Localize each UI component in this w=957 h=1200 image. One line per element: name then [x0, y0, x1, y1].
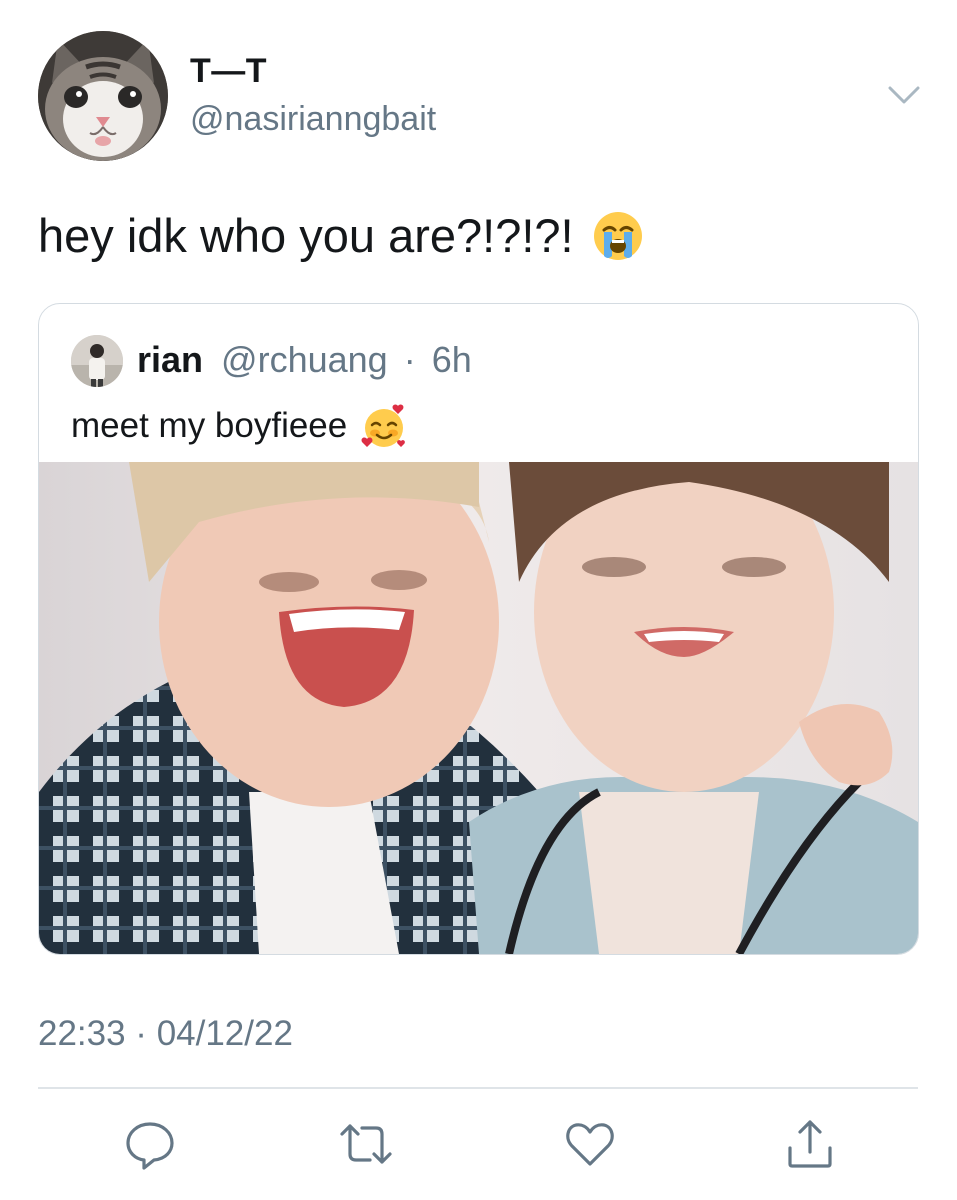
quoted-tweet-header: rian @rchuang · 6h [137, 339, 472, 381]
share-button[interactable] [782, 1116, 838, 1172]
quoted-tweet-text: meet my boyfieee [71, 403, 407, 449]
retweet-button[interactable] [338, 1116, 394, 1172]
person-avatar-icon [71, 335, 123, 387]
quoted-author-avatar[interactable] [71, 335, 123, 387]
tweet-menu-button[interactable] [884, 80, 924, 110]
photo-icon [39, 462, 918, 954]
like-button[interactable] [562, 1116, 618, 1172]
quoted-author-name[interactable]: rian [137, 339, 203, 380]
divider [38, 1087, 918, 1089]
tweet-timestamp: 22:33 · 04/12/22 [38, 1014, 293, 1053]
tweet-text-content: hey idk who you are?!?!?! [38, 209, 574, 262]
chevron-down-icon [888, 86, 920, 104]
loudly-crying-face-emoji-icon [592, 210, 644, 262]
quoted-author-handle[interactable]: @rchuang [221, 339, 388, 380]
smiling-face-with-hearts-emoji-icon [361, 403, 407, 449]
quoted-tweet-photo[interactable] [39, 462, 918, 954]
retweet-icon [340, 1124, 392, 1164]
quoted-text-content: meet my boyfieee [71, 406, 348, 445]
author-handle[interactable]: @nasirianngbait [190, 100, 436, 139]
author-display-name[interactable]: T—T [190, 52, 267, 91]
quoted-time: 6h [431, 339, 472, 380]
author-avatar[interactable] [38, 31, 168, 161]
quoted-separator: · [403, 339, 416, 380]
tweet: T—T @nasirianngbait hey idk who you are?… [0, 0, 957, 1200]
like-icon [566, 1123, 614, 1166]
reply-icon [126, 1122, 174, 1170]
tweet-text: hey idk who you are?!?!?! [38, 208, 644, 263]
share-icon [788, 1120, 832, 1168]
tweet-actions [0, 1116, 957, 1172]
quoted-tweet-card[interactable]: rian @rchuang · 6h meet my boyfieee [38, 303, 919, 955]
reply-button[interactable] [122, 1116, 178, 1172]
cat-avatar-icon [38, 31, 168, 161]
